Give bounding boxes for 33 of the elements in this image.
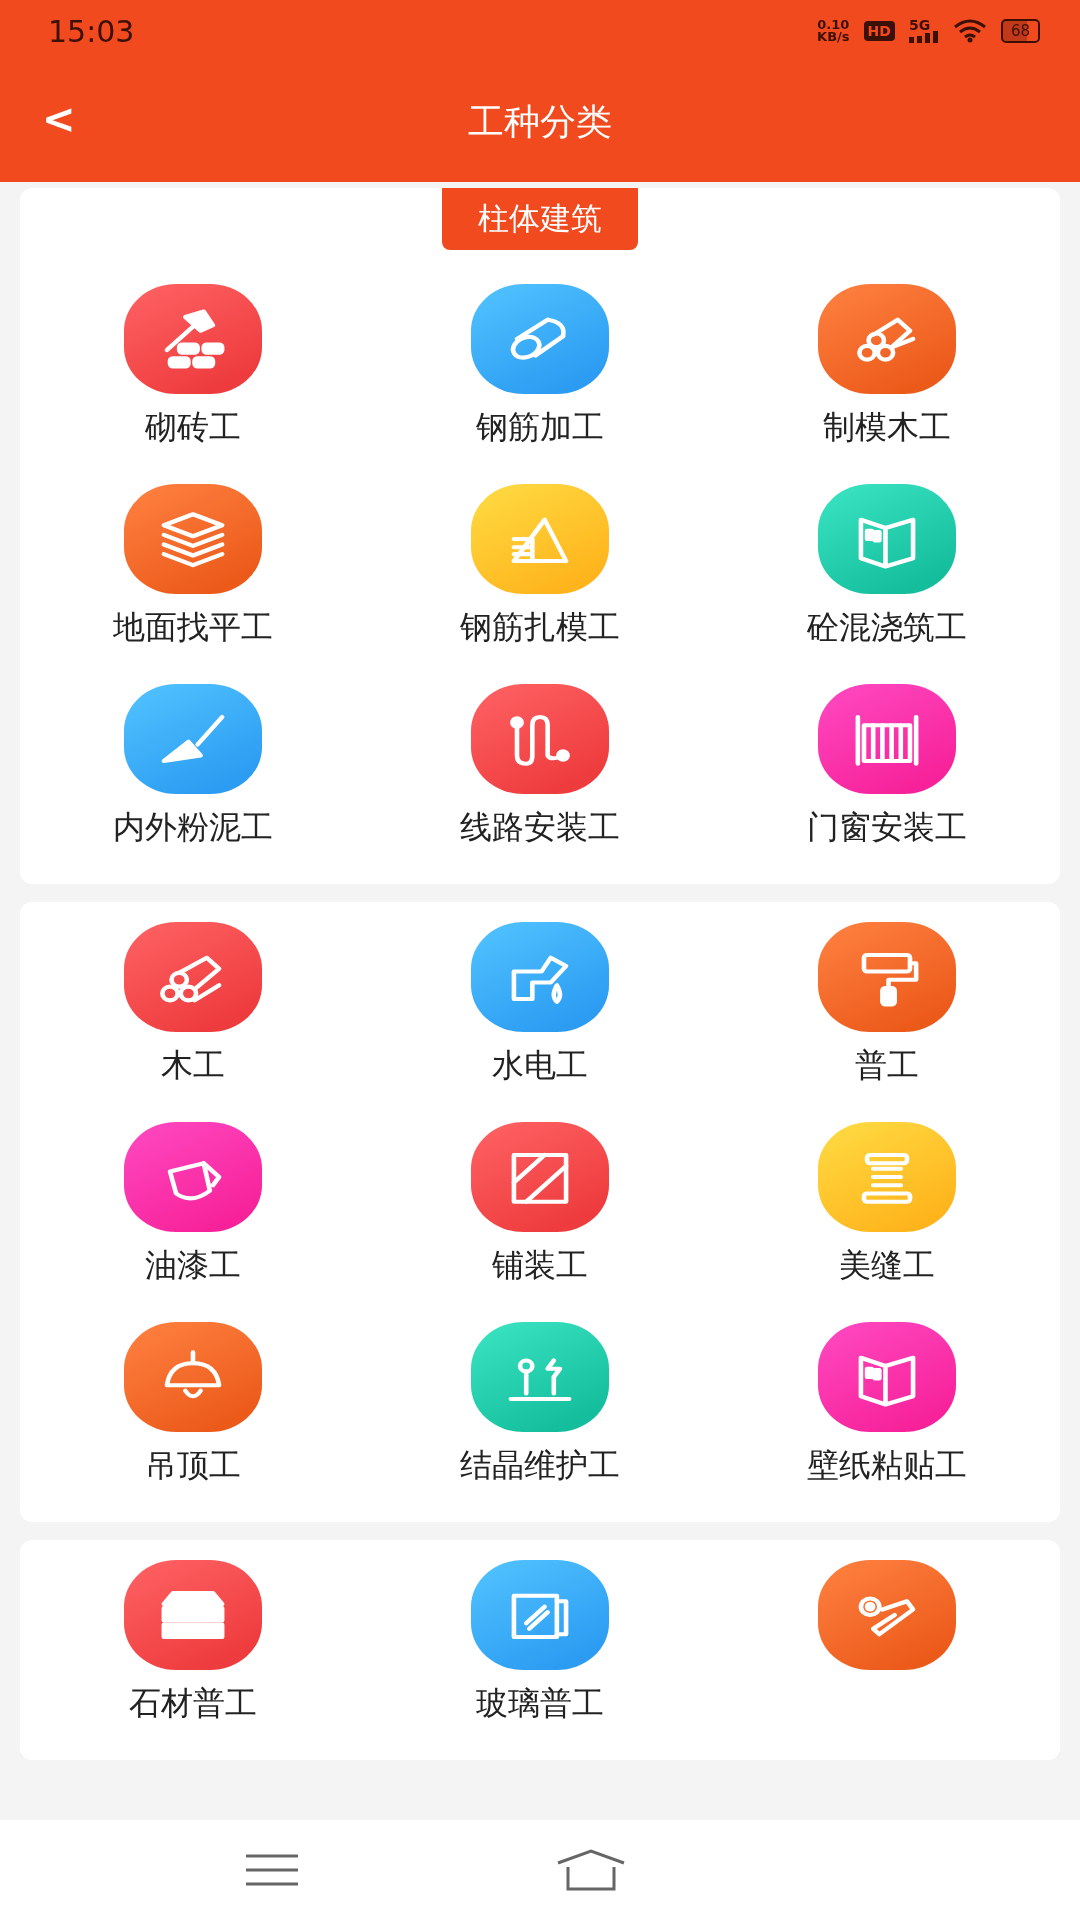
- category-tag: 柱体建筑: [442, 188, 638, 250]
- menu-icon[interactable]: [246, 1854, 298, 1886]
- job-label[interactable]: 钢筋扎模工: [460, 606, 620, 650]
- job-label[interactable]: 吊顶工: [145, 1444, 242, 1488]
- job-label[interactable]: 铺装工: [492, 1244, 588, 1288]
- job-label[interactable]: 砌砖工: [145, 406, 242, 450]
- network-type: 5G: [908, 19, 932, 31]
- job-label[interactable]: 地面找平工: [113, 606, 274, 650]
- page-title: 工种分类: [468, 99, 612, 144]
- job-label[interactable]: 玻璃普工: [476, 1682, 604, 1726]
- job-label[interactable]: 门窗安装工: [806, 806, 967, 850]
- job-label[interactable]: 木工: [161, 1044, 226, 1088]
- job-label[interactable]: 内外粉泥工: [113, 806, 274, 850]
- wifi-icon: [952, 19, 987, 43]
- back-button[interactable]: <: [36, 96, 82, 142]
- network-speed-unit: KB/s: [817, 31, 850, 43]
- signal-icon: [908, 31, 939, 43]
- job-label[interactable]: 结晶维护工: [460, 1444, 620, 1488]
- network-speed: 0.10: [817, 19, 850, 31]
- job-label[interactable]: 油漆工: [145, 1244, 242, 1288]
- job-label[interactable]: 水电工: [492, 1044, 588, 1088]
- job-label[interactable]: 线路安装工: [460, 806, 620, 850]
- job-label[interactable]: 壁纸粘贴工: [806, 1444, 967, 1488]
- job-label[interactable]: 普工: [854, 1044, 919, 1088]
- battery-indicator: 68: [1000, 19, 1040, 43]
- job-label[interactable]: 砼混浇筑工: [806, 606, 967, 650]
- job-label[interactable]: 石材普工: [129, 1682, 258, 1726]
- hd-badge: HD: [863, 21, 895, 41]
- status-time: 15:03: [48, 13, 135, 49]
- home-icon[interactable]: [556, 1849, 626, 1891]
- job-label[interactable]: 美缝工: [838, 1244, 935, 1288]
- job-label[interactable]: 钢筋加工: [476, 406, 604, 450]
- job-label[interactable]: 制模木工: [822, 406, 951, 450]
